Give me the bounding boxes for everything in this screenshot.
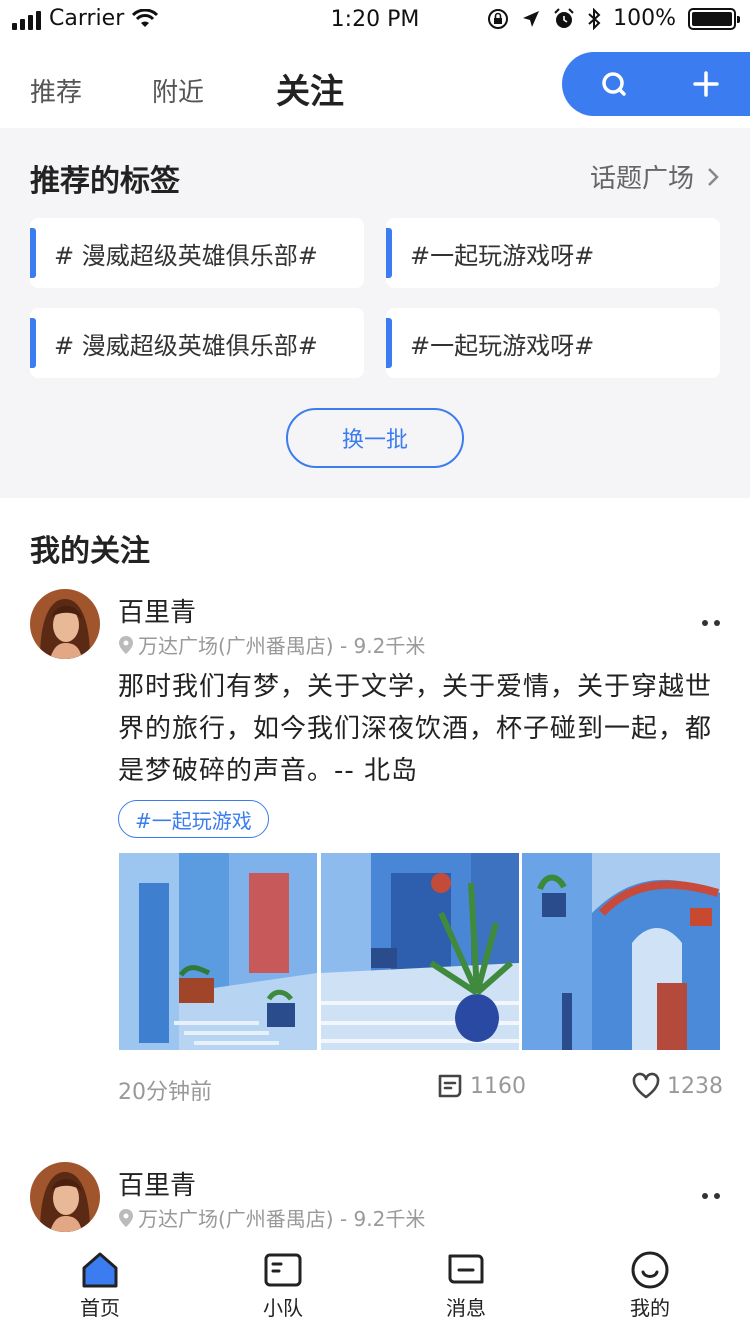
location-pin-icon [119,1208,133,1227]
avatar[interactable] [30,1162,100,1232]
bluetooth-icon [588,7,601,30]
battery-icon [688,7,740,30]
comment-icon [438,1074,462,1098]
tab-home[interactable]: 首页 [40,1250,160,1321]
more-dot [702,620,708,626]
profile-icon [631,1251,669,1289]
more-button[interactable] [702,620,720,626]
avatar[interactable] [30,589,100,659]
tab-following[interactable]: 关注 [276,64,344,113]
tag-card[interactable]: #一起玩游戏呀# [386,218,720,288]
more-dot [702,1193,708,1199]
alarm-icon [554,7,574,28]
action-pill [562,52,750,116]
message-icon [448,1254,484,1284]
bottom-tab-bar: 首页 小队 消息 我的 [0,1236,750,1334]
battery-fill [692,11,732,26]
status-right: 100% [487,6,740,31]
top-nav: 推荐 附近 关注 [0,40,750,128]
chevron-right-icon [708,167,719,186]
like-count: 1238 [667,1073,723,1099]
more-button[interactable] [702,1193,720,1199]
tag-label: # 漫威超级英雄俱乐部# [54,241,318,270]
search-icon [602,72,626,96]
tab-messages[interactable]: 消息 [406,1250,526,1321]
tag-accent-bar [30,228,36,278]
tag-accent-bar [386,228,392,278]
tab-team[interactable]: 小队 [223,1250,343,1321]
post-time: 20分钟前 [118,1080,212,1105]
more-dot [714,1193,720,1199]
post-tag[interactable]: #一起玩游戏 [118,800,269,838]
search-button[interactable] [582,52,646,116]
home-icon [82,1252,118,1288]
battery-percent: 100% [613,6,676,31]
tag-accent-bar [30,318,36,368]
tab-label: 我的 [630,1296,670,1320]
team-icon [264,1253,302,1287]
post-location: 万达广场(广州番禺店) - 9.2千米 [118,1203,425,1232]
tab-recommend[interactable]: 推荐 [30,72,82,109]
location-pin-icon [119,635,133,654]
following-title: 我的关注 [30,534,150,569]
heart-icon [632,1072,660,1099]
tab-label: 首页 [80,1296,120,1320]
tag-card[interactable]: #一起玩游戏呀# [386,308,720,378]
post-location: 万达广场(广州番禺店) - 9.2千米 [118,630,425,659]
post-text: 那时我们有梦，关于文学，关于爱情，关于穿越世界的旅行，如今我们深夜饮酒，杯子碰到… [118,672,713,786]
status-bar: Carrier 1:20 PM 100% [0,0,750,40]
post-photo[interactable] [321,853,519,1050]
post-photo[interactable] [119,853,317,1050]
refresh-button[interactable]: 换一批 [286,408,464,468]
tag-accent-bar [386,318,392,368]
tag-card[interactable]: # 漫威超级英雄俱乐部# [30,308,364,378]
plus-icon [693,71,719,97]
tag-label: #一起玩游戏呀# [410,241,595,270]
tag-label: #一起玩游戏呀# [410,331,595,360]
add-button[interactable] [674,52,738,116]
recommended-tags-title: 推荐的标签 [30,164,180,199]
location-label: 万达广场(广州番禺店) - 9.2千米 [138,1207,426,1231]
location-label: 万达广场(广州番禺店) - 9.2千米 [138,634,426,658]
topic-plaza-label: 话题广场 [589,164,694,194]
tab-nearby[interactable]: 附近 [152,72,204,109]
post-user-name[interactable]: 百里青 [118,592,196,629]
location-arrow-icon [523,10,540,27]
comment-button[interactable]: 1160 [436,1072,526,1100]
rotation-lock-icon [488,8,509,29]
recommended-tags-section: 推荐的标签 话题广场 # 漫威超级英雄俱乐部# #一起玩游戏呀# # 漫威超级英… [0,128,750,498]
more-dot [714,620,720,626]
topic-plaza-link[interactable]: 话题广场 [590,158,720,195]
post-photo[interactable] [522,853,720,1050]
tag-card[interactable]: # 漫威超级英雄俱乐部# [30,218,364,288]
post-user-name[interactable]: 百里青 [118,1165,196,1202]
comment-count: 1160 [470,1073,526,1099]
like-button[interactable]: 1238 [631,1072,723,1100]
tab-label: 小队 [263,1296,303,1320]
tag-label: # 漫威超级英雄俱乐部# [54,331,318,360]
tab-label: 消息 [446,1296,486,1320]
tab-profile[interactable]: 我的 [590,1250,710,1321]
